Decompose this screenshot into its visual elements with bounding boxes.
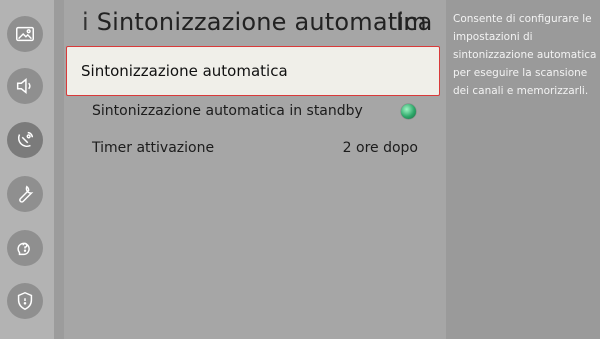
menu-item-label: Sintonizzazione automatica in standby [92, 103, 363, 119]
status-on-indicator [401, 103, 416, 119]
wrench-icon [19, 185, 34, 203]
picture-icon [16, 26, 34, 42]
menu-item-standby-auto-tuning[interactable]: Sintonizzazione automatica in standby [64, 93, 446, 129]
menu-item-value: 2 ore dopo [342, 140, 418, 156]
title-prefix: i [82, 8, 89, 36]
menu-item-wakeup-timer[interactable]: Timer attivazione 2 ore dopo [64, 130, 446, 166]
sound-settings-button[interactable] [7, 68, 43, 104]
title-suffix: Im [396, 8, 427, 36]
page-title: i Sintonizzazione automatica Im [82, 2, 452, 42]
picture-settings-button[interactable] [7, 16, 43, 52]
help-panel: Consente di configurare le impostazioni … [446, 0, 600, 339]
privacy-button[interactable] [7, 283, 43, 319]
broadcast-icon [18, 131, 34, 147]
menu-item-auto-tuning[interactable]: Sintonizzazione automatica [66, 46, 440, 96]
help-description: Consente di configurare le impostazioni … [453, 13, 597, 97]
broadcast-settings-button[interactable] [7, 122, 43, 158]
general-settings-button[interactable] [7, 176, 43, 212]
menu-item-label: Sintonizzazione automatica [81, 62, 288, 80]
menu-item-label: Timer attivazione [92, 140, 215, 156]
support-button[interactable] [7, 230, 43, 266]
title-text: Sintonizzazione automatica [96, 8, 433, 36]
main-panel: i Sintonizzazione automatica Im Sintoniz… [64, 0, 446, 339]
sound-icon [16, 78, 31, 94]
settings-sidebar [0, 0, 54, 339]
support-icon [17, 242, 30, 256]
shield-icon [17, 291, 33, 311]
